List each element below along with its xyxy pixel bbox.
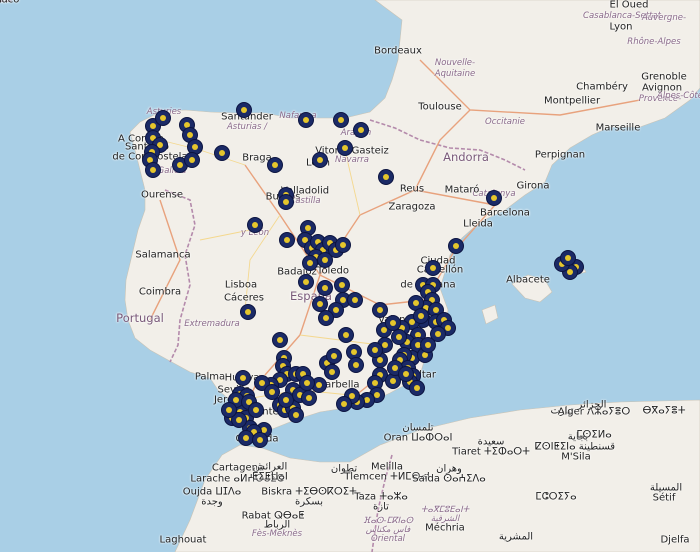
location-marker[interactable] bbox=[409, 380, 425, 396]
location-marker[interactable] bbox=[247, 217, 263, 233]
location-marker[interactable] bbox=[145, 162, 161, 178]
location-marker[interactable] bbox=[288, 407, 304, 423]
location-marker[interactable] bbox=[317, 280, 333, 296]
location-marker[interactable] bbox=[372, 302, 388, 318]
location-marker[interactable] bbox=[348, 357, 364, 373]
location-marker[interactable] bbox=[425, 260, 441, 276]
location-marker[interactable] bbox=[398, 366, 414, 382]
location-marker[interactable] bbox=[221, 402, 237, 418]
location-marker[interactable] bbox=[301, 390, 317, 406]
location-marker[interactable] bbox=[413, 308, 429, 324]
location-marker[interactable] bbox=[560, 250, 576, 266]
location-marker[interactable] bbox=[236, 102, 252, 118]
location-marker[interactable] bbox=[353, 122, 369, 138]
location-marker[interactable] bbox=[335, 237, 351, 253]
location-marker[interactable] bbox=[272, 332, 288, 348]
location-marker[interactable] bbox=[155, 110, 171, 126]
location-marker[interactable] bbox=[324, 364, 340, 380]
location-marker[interactable] bbox=[298, 274, 314, 290]
land-mallorca bbox=[511, 274, 553, 303]
location-marker[interactable] bbox=[333, 112, 349, 128]
location-marker[interactable] bbox=[347, 292, 363, 308]
location-marker[interactable] bbox=[367, 342, 383, 358]
map-view[interactable]: Bordeaux Nouvelle- Aquitaine Toulouse Occita… bbox=[0, 0, 700, 552]
location-marker[interactable] bbox=[184, 152, 200, 168]
location-marker[interactable] bbox=[214, 145, 230, 161]
location-marker[interactable] bbox=[391, 329, 407, 345]
location-marker[interactable] bbox=[302, 255, 318, 271]
location-marker[interactable] bbox=[338, 327, 354, 343]
location-marker[interactable] bbox=[279, 232, 295, 248]
location-marker[interactable] bbox=[326, 348, 342, 364]
location-marker[interactable] bbox=[278, 194, 294, 210]
location-marker[interactable] bbox=[299, 375, 315, 391]
location-marker[interactable] bbox=[448, 238, 464, 254]
location-marker[interactable] bbox=[318, 310, 334, 326]
location-marker[interactable] bbox=[378, 169, 394, 185]
location-marker[interactable] bbox=[334, 277, 350, 293]
basemap bbox=[124, 0, 700, 552]
location-marker[interactable] bbox=[336, 396, 352, 412]
land-ibiza bbox=[481, 304, 499, 325]
location-marker[interactable] bbox=[235, 370, 251, 386]
location-marker[interactable] bbox=[420, 337, 436, 353]
location-marker[interactable] bbox=[240, 304, 256, 320]
location-marker[interactable] bbox=[252, 432, 268, 448]
location-marker[interactable] bbox=[298, 112, 314, 128]
location-marker[interactable] bbox=[267, 157, 283, 173]
location-marker[interactable] bbox=[312, 152, 328, 168]
location-marker[interactable] bbox=[248, 402, 264, 418]
location-marker[interactable] bbox=[337, 140, 353, 156]
location-marker[interactable] bbox=[486, 190, 502, 206]
